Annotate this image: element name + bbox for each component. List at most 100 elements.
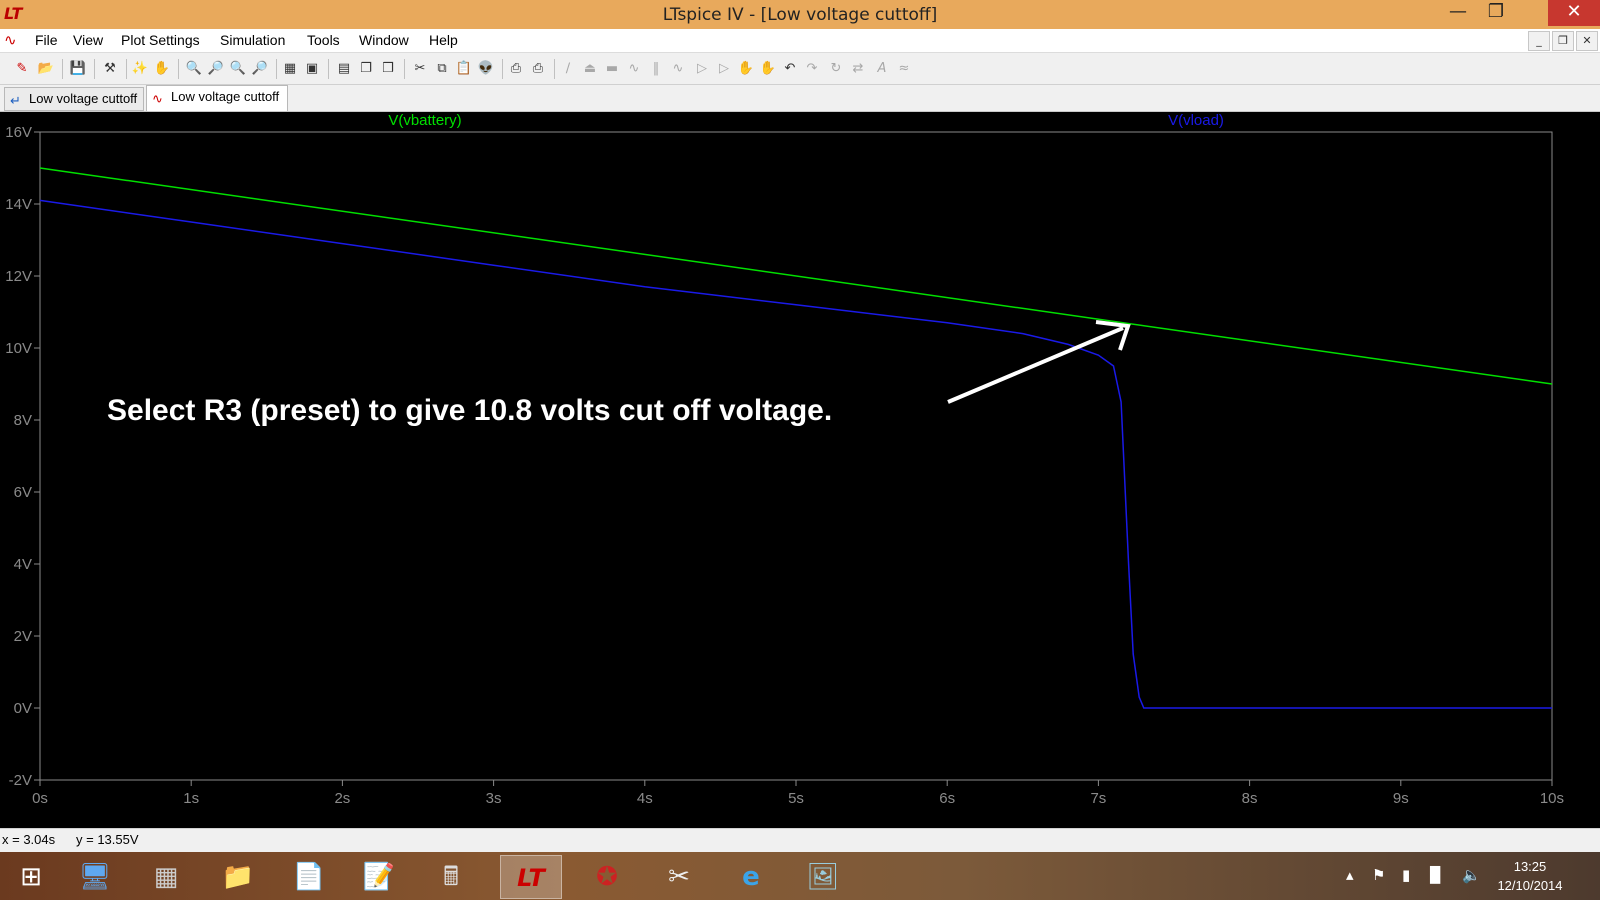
close-icon[interactable]: ✕ (1548, 0, 1600, 26)
run-icon[interactable]: ✨ (130, 59, 150, 79)
notepad-icon[interactable]: 📝 (348, 855, 410, 899)
rotate-icon[interactable]: ↻ (826, 59, 846, 79)
plot-frame (39, 131, 1553, 781)
label-net-icon[interactable]: ▬ (602, 59, 622, 79)
zoom-area-icon[interactable]: 🔍 (184, 59, 204, 79)
ground-icon[interactable]: ⏏ (580, 59, 600, 79)
toolbar-divider (126, 59, 127, 79)
x-tick-label: 4s (637, 790, 653, 807)
spice-directive-icon[interactable]: ≈ (894, 59, 914, 79)
y-tick-label: 4V (14, 556, 32, 573)
internet-explorer-icon[interactable]: e (720, 855, 782, 899)
find-icon[interactable]: 👽 (476, 59, 496, 79)
y-tick-label: 16V (5, 124, 32, 141)
waveform-chart[interactable]: -2V 0V 2V 4V 6V 8V 10V 12V 14V 16V 0s 1s 2s 3s 4s 5s 6s 7… (0, 112, 1600, 828)
y-tick-label: 10V (5, 340, 32, 357)
photo-viewer-icon[interactable]: 🖼 (792, 855, 854, 899)
toolbar-divider (276, 59, 277, 79)
cut-icon[interactable]: ✂ (410, 59, 430, 79)
minimize-icon[interactable]: — (1440, 0, 1476, 26)
zoom-full-icon[interactable]: 🔎 (250, 59, 270, 79)
action-center-flag-icon[interactable]: ⚑ (1372, 866, 1385, 884)
capacitor-icon[interactable]: ‖ (646, 59, 666, 79)
save-icon[interactable]: 💾 (68, 59, 88, 79)
x-tick-label: 2s (334, 790, 350, 807)
cascade-icon[interactable]: ❐ (356, 59, 376, 79)
print-icon[interactable]: ⎙ (528, 59, 548, 79)
toolbar-divider (62, 59, 63, 79)
halt-icon[interactable]: ✋ (152, 59, 172, 79)
wire-icon[interactable]: ∕ (558, 59, 578, 79)
toolbar-divider (404, 59, 405, 79)
x-tick-label: 1s (183, 790, 199, 807)
diode-icon[interactable]: ▷ (692, 59, 712, 79)
x-tick-label: 3s (486, 790, 502, 807)
annotation-arrow (947, 320, 1131, 404)
taskbar-clock[interactable]: 13:25 12/10/2014 (1490, 857, 1570, 895)
volume-icon[interactable]: 🔈 (1462, 866, 1481, 884)
firewall-icon[interactable]: ▦ (135, 855, 197, 899)
calculator-icon[interactable]: 🖩 (420, 855, 482, 899)
show-hidden-icons-icon[interactable]: ▴ (1346, 866, 1354, 884)
toolbar: ✎ 📂 💾 ⚒ ✨ ✋ 🔍 🔎 🔍 🔎 ▦ ▣ ▤ ❐ ❒ ✂ ⧉ 📋 👽 ⎙ … (0, 53, 1600, 85)
drag-icon[interactable]: ✋ (758, 59, 778, 79)
power-icon[interactable]: ▮ (1402, 866, 1410, 884)
autorange-icon[interactable]: ▦ (280, 59, 300, 79)
menu-simulation[interactable]: Simulation (220, 32, 285, 48)
menu-view[interactable]: View (73, 32, 103, 48)
menu-help[interactable]: Help (429, 32, 458, 48)
mirror-icon[interactable]: ⇄ (848, 59, 868, 79)
text-icon[interactable]: A (872, 59, 892, 79)
menu-window[interactable]: Window (359, 32, 409, 48)
start-windows-icon[interactable]: ⊞ (0, 855, 62, 899)
mdi-restore-icon[interactable]: ❐ (1552, 31, 1574, 51)
menu-plot-settings[interactable]: Plot Settings (121, 32, 200, 48)
new-schematic-icon[interactable]: ✎ (12, 59, 32, 79)
component-icon[interactable]: ▷ (714, 59, 734, 79)
inductor-icon[interactable]: ∿ (668, 59, 688, 79)
paste-icon[interactable]: 📋 (454, 59, 474, 79)
tab-waveform[interactable]: ∿ Low voltage cuttoff (146, 85, 288, 111)
y-tick-label: 6V (14, 484, 32, 501)
y-tick-label: 2V (14, 628, 32, 645)
clock-time: 13:25 (1513, 859, 1547, 874)
trace-label-vbattery[interactable]: V(vbattery) (388, 112, 461, 129)
waveform-plot[interactable]: -2V 0V 2V 4V 6V 8V 10V 12V 14V 16V 0s 1s 2s 3s 4s 5s 6s 7… (0, 112, 1600, 828)
status-bar: x = 3.04s y = 13.55V (0, 828, 1600, 852)
tab-schematic[interactable]: ↵ Low voltage cuttoff (4, 87, 144, 111)
trace-vbattery[interactable] (39, 167, 1553, 385)
remote-desktop-icon[interactable]: 🖥 (64, 855, 126, 899)
control-panel-icon[interactable]: ⚒ (100, 59, 120, 79)
resistor-icon[interactable]: ∿ (624, 59, 644, 79)
mdi-close-icon[interactable]: ✕ (1576, 31, 1598, 51)
menu-tools[interactable]: Tools (307, 32, 340, 48)
file-explorer-icon[interactable]: 📁 (207, 855, 269, 899)
x-tick-label: 8s (1242, 790, 1258, 807)
y-tick-label: 0V (14, 700, 32, 717)
move-icon[interactable]: ✋ (736, 59, 756, 79)
trace-label-vload[interactable]: V(vload) (1168, 112, 1224, 129)
mdi-minimize-icon[interactable]: _ (1528, 31, 1550, 51)
open-icon[interactable]: 📂 (36, 59, 56, 79)
zoom-out-icon[interactable]: 🔍 (228, 59, 248, 79)
copy-icon[interactable]: ⧉ (432, 59, 452, 79)
pan-icon[interactable]: 🔎 (206, 59, 226, 79)
y-tick-label: -2V (9, 772, 32, 789)
tile-horizontal-icon[interactable]: ▤ (334, 59, 354, 79)
redo-icon[interactable]: ↷ (802, 59, 822, 79)
ltspice-taskbar-icon[interactable]: LT (500, 855, 562, 899)
network-icon[interactable]: ▉ (1430, 866, 1442, 884)
paint-splat-icon[interactable]: ✪ (576, 855, 638, 899)
menu-file[interactable]: File (35, 32, 58, 48)
y-tick-label: 8V (14, 412, 32, 429)
waveform-doc-icon[interactable]: ∿ (4, 31, 17, 49)
title-bar: LT LTspice IV - [Low voltage cuttoff] — … (0, 0, 1600, 29)
print-preview-icon[interactable]: ⎙ (506, 59, 526, 79)
restore-icon[interactable]: ❐ (1478, 0, 1514, 26)
trace-layer (39, 167, 1553, 709)
document-icon[interactable]: 📄 (278, 855, 340, 899)
undo-icon[interactable]: ↶ (780, 59, 800, 79)
manual-limits-icon[interactable]: ▣ (302, 59, 322, 79)
tile-vertical-icon[interactable]: ❒ (378, 59, 398, 79)
snipping-tool-icon[interactable]: ✂ (648, 855, 710, 899)
